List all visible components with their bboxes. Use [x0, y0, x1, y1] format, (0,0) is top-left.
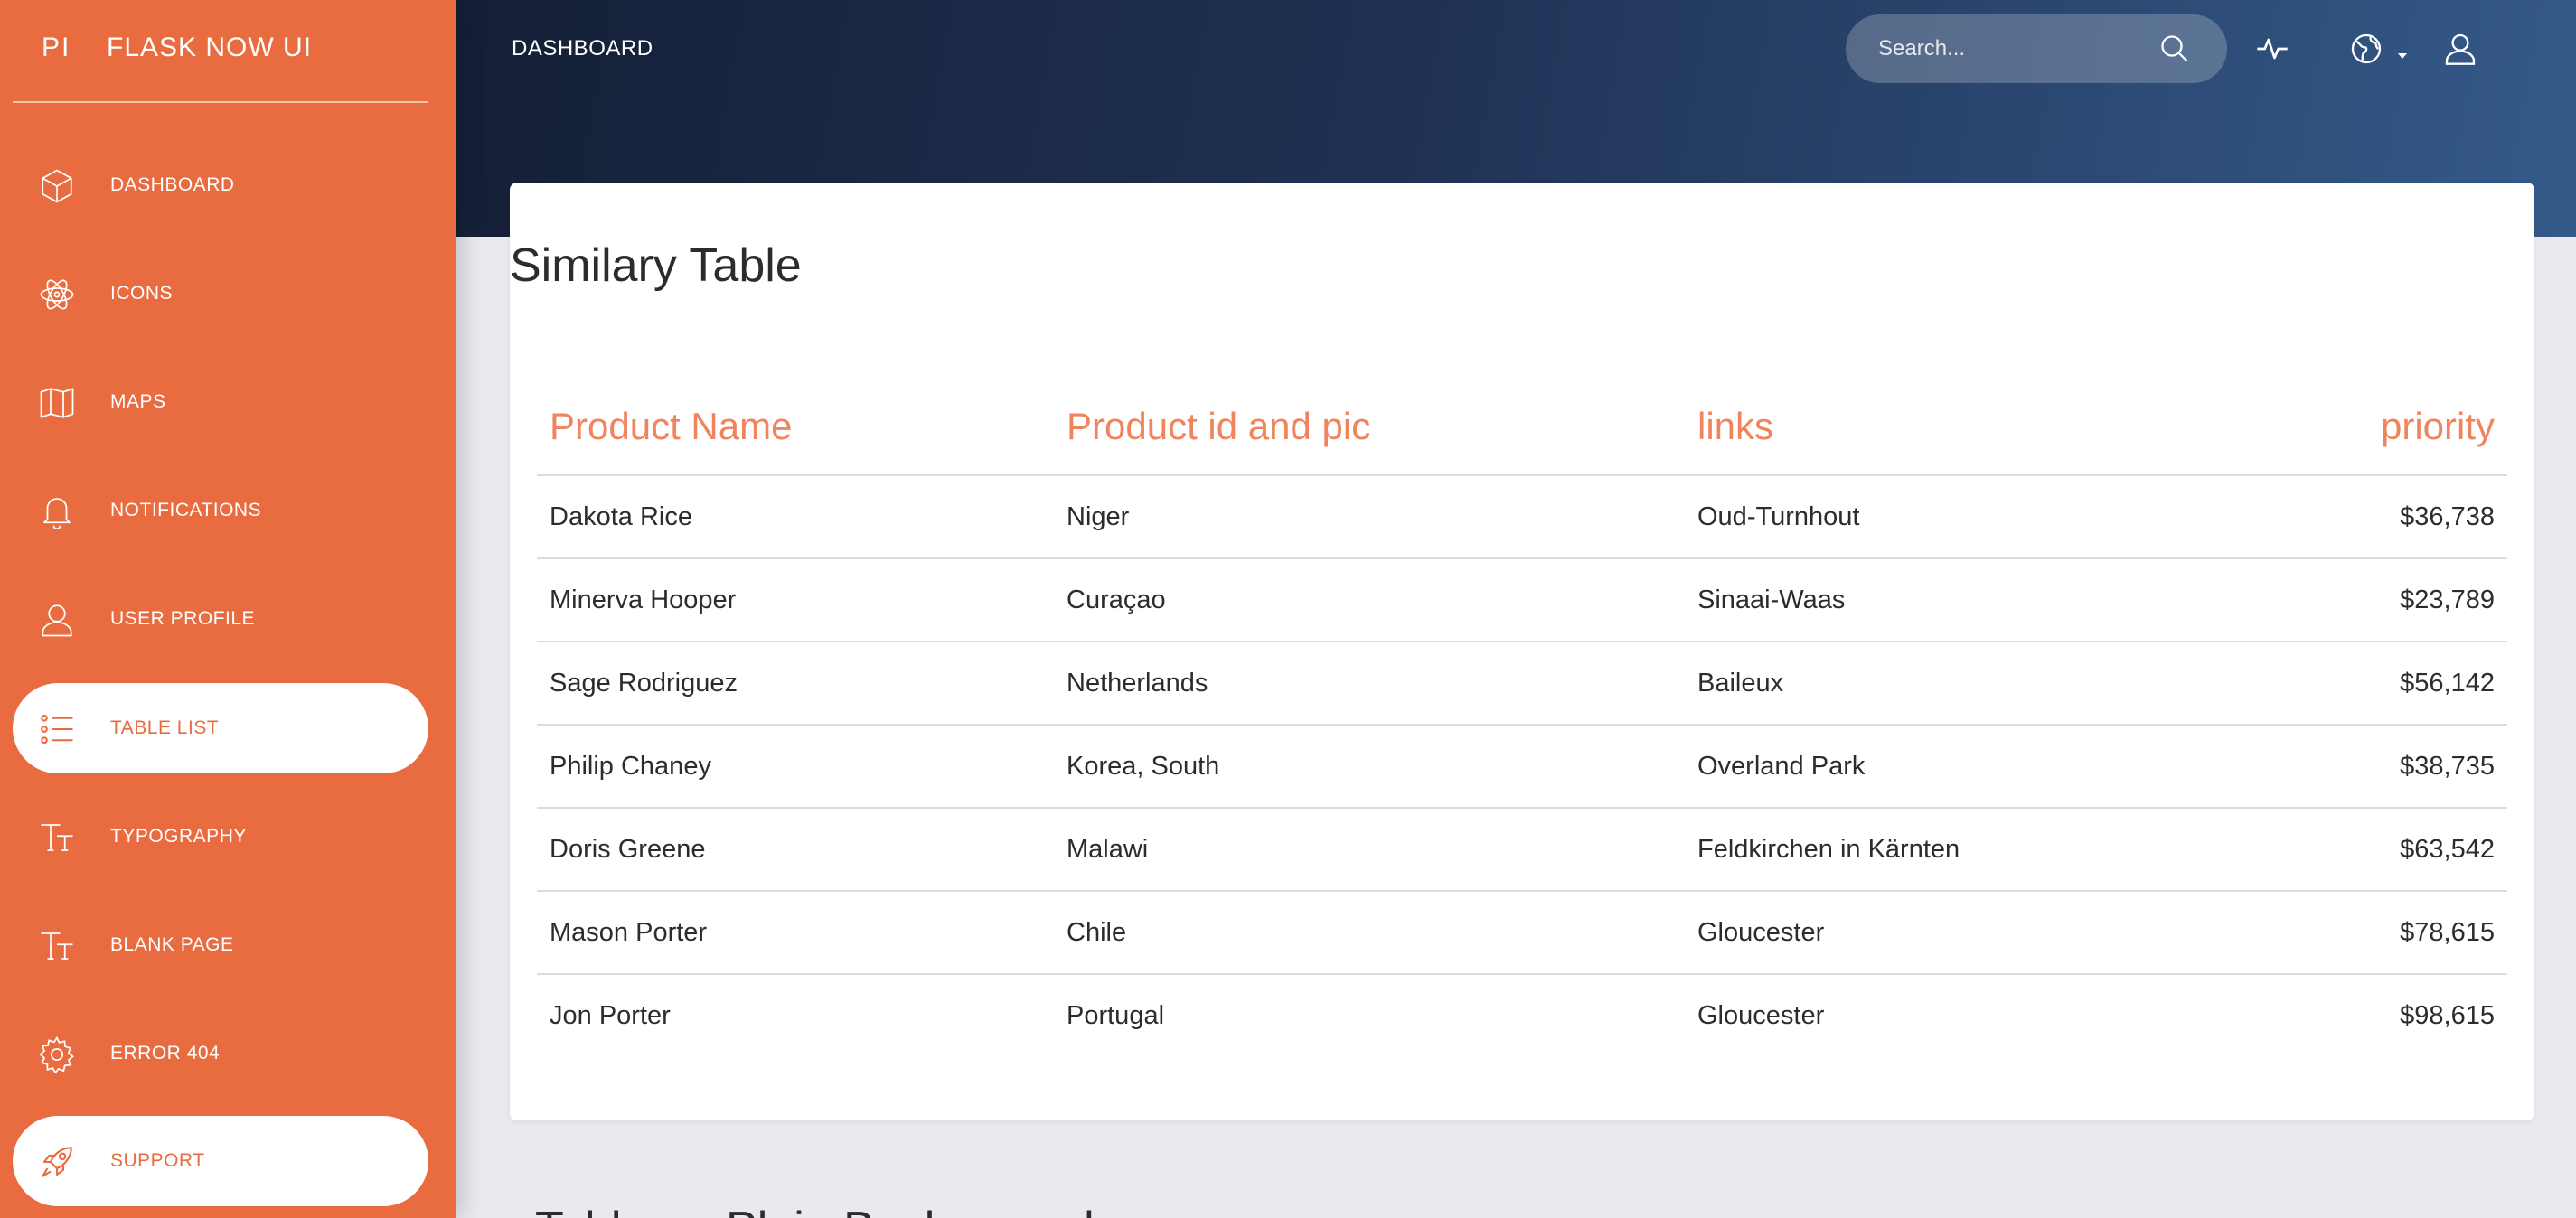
sidebar-item-label: ERROR 404 [110, 1043, 221, 1063]
cell-priority: $23,789 [2227, 558, 2507, 642]
globe-icon[interactable] [2348, 31, 2384, 67]
cell-priority: $56,142 [2227, 642, 2507, 726]
cell-product-name: Sage Rodriguez [537, 642, 1054, 726]
table-row: Dakota Rice Niger Oud-Turnhout $36,738 [537, 475, 2507, 559]
sidebar-item-label: BLANK PAGE [110, 934, 234, 955]
sidebar-item-label: DASHBOARD [110, 174, 235, 195]
cell-product-id: Chile [1054, 891, 1685, 975]
column-header-product-name: Product Name [537, 378, 1054, 476]
brand-mini-logo[interactable]: PI [42, 33, 71, 63]
cell-priority: $36,738 [2227, 475, 2507, 559]
table-row: Philip Chaney Korea, South Overland Park… [537, 725, 2507, 809]
page-title[interactable]: DASHBOARD [512, 36, 653, 61]
card-title: Similary Table [510, 239, 802, 292]
cell-product-name: Minerva Hooper [537, 558, 1054, 642]
cell-product-name: Dakota Rice [537, 475, 1054, 559]
table-row: Sage Rodriguez Netherlands Baileux $56,1… [537, 642, 2507, 726]
sidebar-item-table-list[interactable]: TABLE LIST [13, 683, 428, 773]
text-icon [38, 927, 76, 965]
cell-product-id: Netherlands [1054, 642, 1685, 726]
data-table: Product Name Product id and pic links pr… [537, 378, 2507, 1057]
bell-icon [38, 492, 76, 530]
cell-link: Gloucester [1685, 891, 2227, 975]
cell-product-name: Jon Porter [550, 1001, 671, 1030]
rocket-icon [38, 1143, 76, 1181]
cell-product-id: Korea, South [1054, 725, 1685, 809]
sidebar-item-user-profile[interactable]: USER PROFILE [13, 574, 428, 664]
table-row: Minerva Hooper Curaçao Sinaai-Waas $23,7… [537, 558, 2507, 642]
search-icon[interactable] [2158, 33, 2191, 65]
user-icon[interactable] [2442, 31, 2478, 67]
column-header-links: links [1685, 378, 2227, 476]
user-icon [38, 601, 76, 639]
sidebar-item-label: MAPS [110, 391, 166, 412]
cell-product-name: Doris Greene [537, 808, 1054, 892]
cell-link: Baileux [1685, 642, 2227, 726]
brand: PI FLASK NOW UI [13, 0, 428, 103]
activity-icon[interactable] [2254, 31, 2290, 67]
search-box[interactable] [1846, 14, 2227, 83]
map-icon [38, 384, 76, 422]
table-header-row: Product Name Product id and pic links pr… [537, 378, 2507, 476]
column-header-product-id: Product id and pic [1054, 378, 1685, 476]
table-row: Mason Porter Chile Gloucester $78,615 [537, 891, 2507, 975]
cell-link: Oud-Turnhout [1685, 475, 2227, 559]
cell-link: Gloucester [1697, 1001, 1825, 1030]
cell-link: Sinaai-Waas [1685, 558, 2227, 642]
cell-product-id: Malawi [1054, 808, 1685, 892]
brand-name[interactable]: FLASK NOW UI [107, 33, 312, 63]
sidebar-item-label: SUPPORT [110, 1150, 205, 1171]
cell-priority: $38,735 [2227, 725, 2507, 809]
chevron-down-icon[interactable] [2392, 31, 2413, 67]
sidebar-item-dashboard[interactable]: DASHBOARD [13, 140, 428, 230]
sidebar-item-error-404[interactable]: ERROR 404 [13, 1008, 428, 1099]
table-row: Jon Porter Portugal Gloucester $98,615 [537, 974, 2507, 1057]
cell-priority: $63,542 [2227, 808, 2507, 892]
sidebar-item-support[interactable]: SUPPORT [13, 1116, 428, 1206]
cell-product-id: Niger [1054, 475, 1685, 559]
gear-icon [38, 1035, 76, 1073]
cell-link: Feldkirchen in Kärnten [1685, 808, 2227, 892]
next-section-title: Table on Plain Background [535, 1202, 1095, 1218]
text-icon [38, 819, 76, 857]
table-card: Similary Table Product Name Product id a… [510, 183, 2534, 1120]
sidebar-item-maps[interactable]: MAPS [13, 357, 428, 447]
cell-product-name: Mason Porter [537, 891, 1054, 975]
sidebar-item-blank-page[interactable]: BLANK PAGE [13, 900, 428, 990]
list-icon [38, 710, 76, 748]
cell-product-id: Curaçao [1054, 558, 1685, 642]
search-input[interactable] [1878, 33, 2149, 65]
sidebar-item-notifications[interactable]: NOTIFICATIONS [13, 465, 428, 556]
column-header-priority: priority [2227, 378, 2507, 476]
sidebar-item-label: NOTIFICATIONS [110, 500, 262, 520]
sidebar-item-label: TABLE LIST [110, 717, 220, 738]
cell-product-id: Portugal [1067, 1001, 1165, 1030]
sidebar-item-label: TYPOGRAPHY [110, 826, 247, 847]
cube-icon [38, 167, 76, 205]
cell-product-name: Philip Chaney [537, 725, 1054, 809]
sidebar-item-label: ICONS [110, 283, 174, 304]
cell-link: Overland Park [1685, 725, 2227, 809]
cell-priority: $78,615 [2227, 891, 2507, 975]
sidebar-item-typography[interactable]: TYPOGRAPHY [13, 792, 428, 882]
cell-priority: $98,615 [2400, 1001, 2495, 1030]
sidebar: PI FLASK NOW UI DASHBOARD ICONS MAPS NOT… [0, 0, 456, 1218]
sidebar-item-label: USER PROFILE [110, 608, 256, 629]
sidebar-item-icons[interactable]: ICONS [13, 248, 428, 339]
table-row: Doris Greene Malawi Feldkirchen in Kärnt… [537, 808, 2507, 892]
atom-icon [38, 276, 76, 314]
